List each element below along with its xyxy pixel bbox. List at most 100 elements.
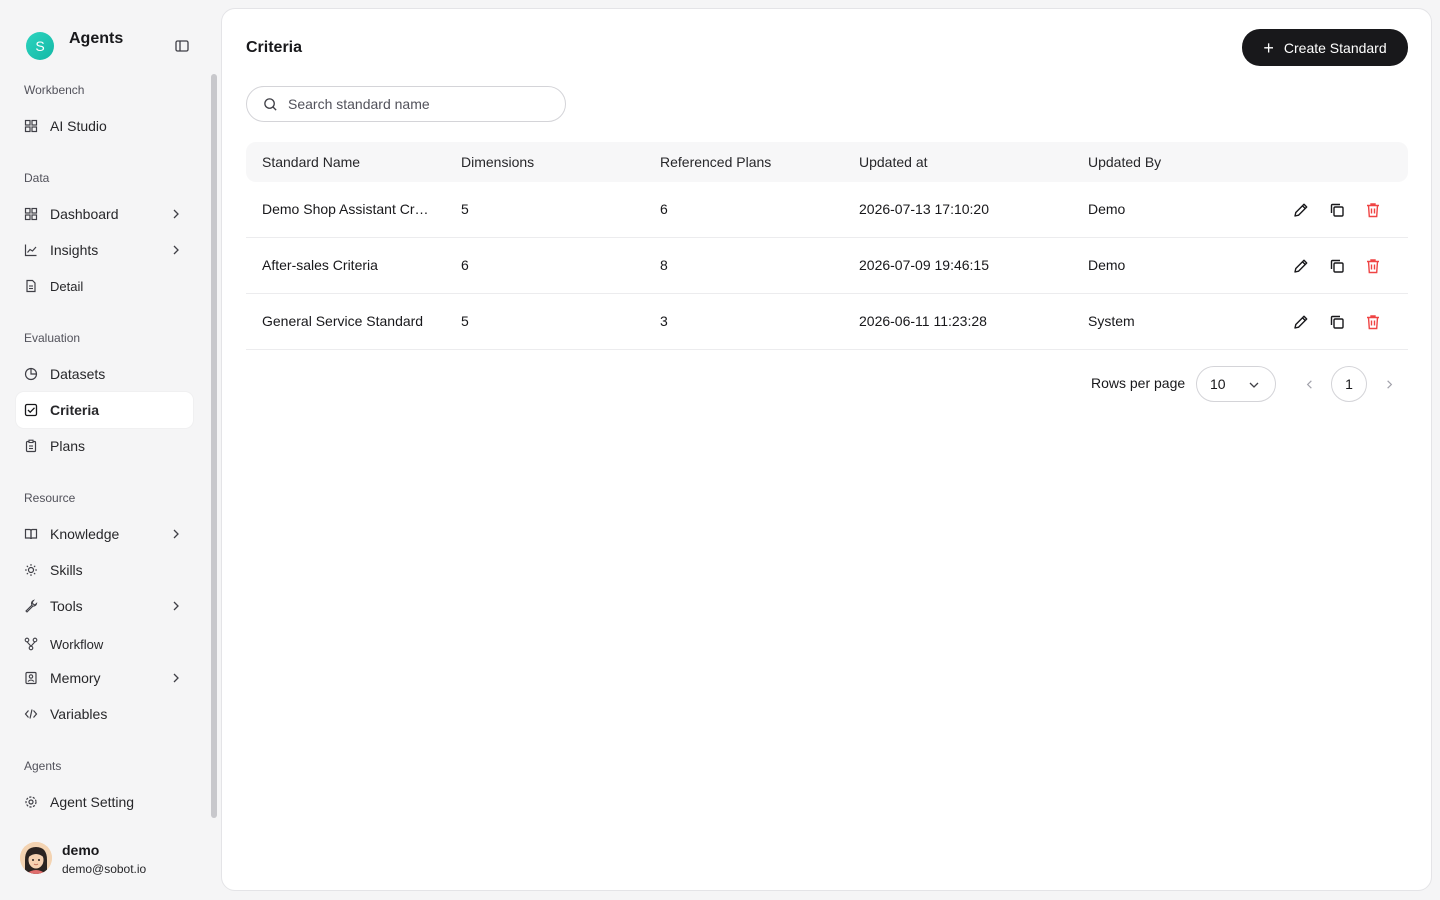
sidebar: S Agents Workbench AI Studio Data Dashbo… xyxy=(0,0,220,900)
sidebar-item-label: Skills xyxy=(50,562,83,578)
column-header-standard-name[interactable]: Standard Name xyxy=(262,154,360,170)
cell-updated-at: 2026-07-13 17:10:20 xyxy=(859,201,989,217)
rows-per-page-value: 10 xyxy=(1210,376,1226,392)
sidebar-item-label: Insights xyxy=(50,242,99,258)
sidebar-item-criteria[interactable]: Criteria xyxy=(16,392,193,428)
search-input[interactable] xyxy=(288,96,548,112)
sidebar-item-label: Tools xyxy=(50,598,83,614)
column-header-updated-at[interactable]: Updated at xyxy=(859,154,928,170)
copy-icon[interactable] xyxy=(1328,257,1346,275)
chevron-right-icon xyxy=(173,245,179,255)
sidebar-item-label: Criteria xyxy=(50,402,100,418)
create-standard-button[interactable]: + Create Standard xyxy=(1242,29,1408,66)
section-agents: Agents xyxy=(24,759,62,773)
sidebar-item-tools[interactable]: Tools xyxy=(16,588,193,624)
section-resource: Resource xyxy=(24,491,76,505)
sidebar-item-agent-setting[interactable]: Agent Setting xyxy=(16,784,193,820)
cell-updated-by: Demo xyxy=(1088,257,1126,273)
sidebar-item-skills[interactable]: Skills xyxy=(16,552,193,588)
cell-referenced-plans: 8 xyxy=(660,257,668,273)
table-header: Standard Name Dimensions Referenced Plan… xyxy=(246,142,1408,182)
cell-dimensions: 5 xyxy=(461,313,469,329)
sidebar-item-label: Agent Setting xyxy=(50,794,135,810)
wrench-icon xyxy=(24,599,38,613)
delete-icon[interactable] xyxy=(1364,201,1382,219)
sidebar-item-memory[interactable]: Memory xyxy=(16,660,193,696)
page-title: Criteria xyxy=(246,39,303,56)
delete-icon[interactable] xyxy=(1364,313,1382,331)
pie-chart-icon xyxy=(24,367,38,381)
sidebar-item-label: Detail xyxy=(50,278,84,294)
prev-page-button[interactable] xyxy=(1291,366,1327,402)
sidebar-scrollbar[interactable] xyxy=(211,74,217,818)
search-icon xyxy=(264,97,277,111)
sidebar-item-label: Datasets xyxy=(50,366,106,382)
sidebar-item-workflow[interactable]: Workflow xyxy=(16,626,193,662)
cell-updated-at: 2026-07-09 19:46:15 xyxy=(859,257,989,273)
column-header-dimensions[interactable]: Dimensions xyxy=(461,154,534,170)
user-name: demo xyxy=(62,842,100,858)
section-workbench: Workbench xyxy=(24,83,85,97)
memory-icon xyxy=(24,671,38,685)
book-icon xyxy=(24,527,38,541)
section-data: Data xyxy=(24,171,50,185)
edit-icon[interactable] xyxy=(1292,313,1310,331)
sidebar-item-insights[interactable]: Insights xyxy=(16,232,193,268)
next-page-button[interactable] xyxy=(1371,366,1407,402)
avatar xyxy=(20,842,52,874)
cell-dimensions: 6 xyxy=(461,257,469,273)
plus-icon: + xyxy=(1263,37,1274,58)
cell-updated-by: Demo xyxy=(1088,201,1126,217)
edit-icon[interactable] xyxy=(1292,257,1310,275)
sidebar-item-label: AI Studio xyxy=(50,118,107,134)
delete-icon[interactable] xyxy=(1364,257,1382,275)
sidebar-item-ai-studio[interactable]: AI Studio xyxy=(16,108,193,144)
grid-icon xyxy=(24,119,38,133)
cell-standard-name[interactable]: After-sales Criteria xyxy=(262,257,430,273)
column-header-updated-by[interactable]: Updated By xyxy=(1088,154,1161,170)
cell-standard-name[interactable]: Demo Shop Assistant Criteria xyxy=(262,201,430,217)
page-button-current[interactable]: 1 xyxy=(1331,366,1367,402)
sidebar-item-plans[interactable]: Plans xyxy=(16,428,193,464)
row-actions xyxy=(1292,257,1382,275)
checkbox-icon xyxy=(24,403,38,417)
user-email: demo@sobot.io xyxy=(62,862,147,876)
sidebar-item-datasets[interactable]: Datasets xyxy=(16,356,193,392)
sidebar-item-variables[interactable]: Variables xyxy=(16,696,193,732)
chevron-right-icon xyxy=(173,209,179,219)
cell-standard-name[interactable]: General Service Standard xyxy=(262,313,430,329)
copy-icon[interactable] xyxy=(1328,313,1346,331)
workflow-icon xyxy=(24,637,38,651)
chevron-right-icon xyxy=(173,601,179,611)
table-row[interactable]: Demo Shop Assistant Criteria 5 6 2026-07… xyxy=(246,182,1408,238)
main-panel: Criteria + Create Standard Standard Name… xyxy=(221,8,1432,891)
document-icon xyxy=(24,279,38,293)
gear-icon xyxy=(24,795,38,809)
sidebar-item-knowledge[interactable]: Knowledge xyxy=(16,516,193,552)
cell-updated-at: 2026-06-11 11:23:28 xyxy=(859,313,987,329)
line-chart-icon xyxy=(24,243,38,257)
create-standard-label: Create Standard xyxy=(1283,39,1387,56)
table-row[interactable]: After-sales Criteria 6 8 2026-07-09 19:4… xyxy=(246,238,1408,294)
table-row[interactable]: General Service Standard 5 3 2026-06-11 … xyxy=(246,294,1408,350)
clipboard-icon xyxy=(24,439,38,453)
sidebar-item-label: Memory xyxy=(50,670,101,686)
search-box[interactable] xyxy=(246,86,566,122)
cell-dimensions: 5 xyxy=(461,201,469,217)
dashboard-icon xyxy=(24,207,38,221)
column-header-referenced-plans[interactable]: Referenced Plans xyxy=(660,154,771,170)
cell-referenced-plans: 3 xyxy=(660,313,668,329)
copy-icon[interactable] xyxy=(1328,201,1346,219)
sidebar-item-detail[interactable]: Detail xyxy=(16,268,193,304)
section-evaluation: Evaluation xyxy=(24,331,81,345)
brand: S Agents xyxy=(26,30,123,60)
brand-name: Agents xyxy=(69,30,124,47)
code-icon xyxy=(24,707,38,721)
edit-icon[interactable] xyxy=(1292,201,1310,219)
sidebar-collapse-icon[interactable] xyxy=(174,38,190,54)
sidebar-item-label: Variables xyxy=(50,706,108,722)
user-profile[interactable]: demo demo@sobot.io xyxy=(20,842,146,876)
chevron-right-icon xyxy=(173,673,179,683)
rows-per-page-select[interactable]: 10 xyxy=(1196,366,1276,402)
sidebar-item-dashboard[interactable]: Dashboard xyxy=(16,196,193,232)
